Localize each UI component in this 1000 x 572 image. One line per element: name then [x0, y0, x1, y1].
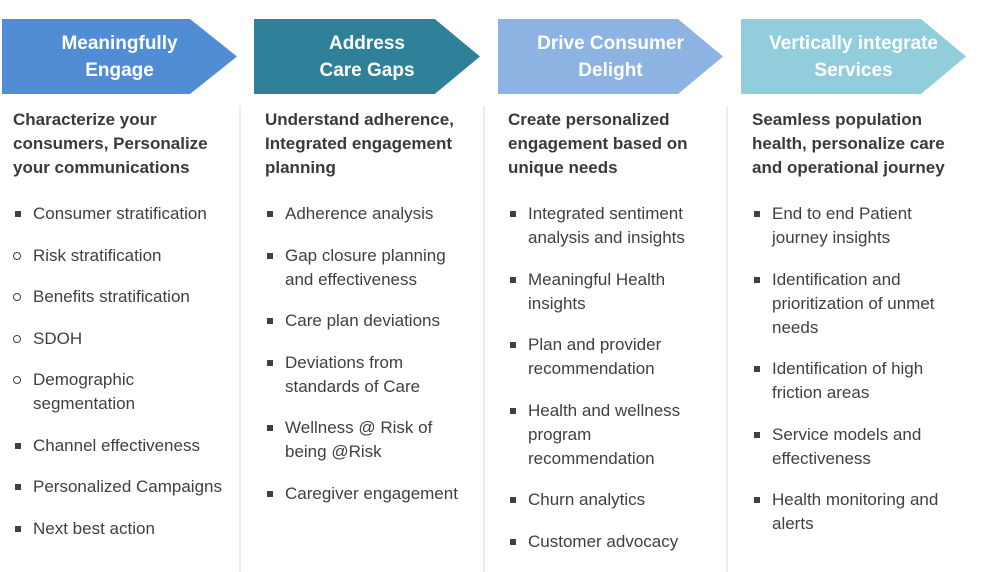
- column-divider: [483, 106, 485, 572]
- list-item-text: Wellness @ Risk of being @Risk: [285, 418, 433, 461]
- stage-title-line: Address: [328, 32, 405, 54]
- stage-chevron-address-care-gaps: Address Care Gaps: [254, 19, 480, 94]
- column-divider: [726, 106, 728, 572]
- list-item-text: Health and wellness program recommendati…: [528, 400, 681, 468]
- list-item: Deviations from standards of Care: [265, 351, 475, 399]
- list-item: Plan and provider recommendation: [508, 333, 713, 381]
- list-item: Health and wellness program recommendati…: [508, 399, 713, 471]
- list-item: Channel effectiveness: [13, 434, 228, 458]
- stage-title-line: Delight: [578, 59, 643, 81]
- stage-column-address-care-gaps: Understand adherence, Integrated engagem…: [265, 108, 475, 523]
- list-item-text: Service models and effectiveness: [772, 424, 922, 468]
- stage-title-line: Care Gaps: [319, 59, 415, 81]
- stage-chevron-meaningfully-engage: Meaningfully Engage: [2, 19, 237, 94]
- stage-column-vertically-integrate-services: Seamless population health, personalize …: [752, 108, 967, 554]
- stage-column-meaningfully-engage: Characterize your consumers, Personalize…: [13, 108, 228, 558]
- list-item-text: Identification of high friction areas: [772, 359, 924, 402]
- list-item-text: Caregiver engagement: [285, 483, 458, 503]
- list-item-text: Care plan deviations: [285, 311, 440, 330]
- list-item: Integrated sentiment analysis and insigh…: [508, 202, 713, 250]
- list-item-text: Identification and prioritization of unm…: [772, 269, 935, 337]
- list-item-text: Deviations from standards of Care: [285, 352, 421, 396]
- list-item: Meaningful Health insights: [508, 268, 713, 316]
- list-item: Churn analytics: [508, 488, 713, 512]
- list-item: Adherence analysis: [265, 202, 475, 226]
- list-item: SDOH: [13, 327, 228, 351]
- column-divider: [239, 106, 241, 572]
- stage-chevron-vertically-integrate-services: Vertically integrate Services: [741, 19, 966, 94]
- list-item: Customer advocacy: [508, 530, 713, 554]
- list-item-text: Health monitoring and alerts: [772, 490, 939, 533]
- list-item: Demographic segmentation: [13, 368, 228, 416]
- column-heading: Seamless population health, personalize …: [752, 110, 945, 177]
- list-item: Next best action: [13, 517, 228, 541]
- list-item-text: Channel effectiveness: [33, 435, 200, 455]
- list-item: End to end Patient journey insights: [752, 202, 967, 250]
- list-item: Service models and effectiveness: [752, 423, 967, 471]
- stage-title-line: Services: [814, 59, 893, 81]
- stage-column-drive-consumer-delight: Create personalized engagement based on …: [508, 108, 713, 571]
- list-item-text: Plan and provider recommendation: [528, 335, 662, 378]
- stage-chevron-drive-consumer-delight: Drive Consumer Delight: [498, 19, 723, 94]
- list-item-text: Customer advocacy: [528, 531, 679, 551]
- list-item-text: Adherence analysis: [285, 204, 434, 223]
- list-item: Wellness @ Risk of being @Risk: [265, 416, 475, 464]
- list-item: Risk stratification: [13, 244, 228, 268]
- stage-title-line: Engage: [85, 59, 154, 81]
- column-heading: Create personalized engagement based on …: [508, 110, 688, 177]
- list-item: Health monitoring and alerts: [752, 488, 967, 536]
- list-item: Consumer stratification: [13, 202, 228, 226]
- list-item: Benefits stratification: [13, 285, 228, 309]
- list-item-text: Meaningful Health insights: [528, 269, 666, 313]
- column-heading: Understand adherence, Integrated engagem…: [265, 110, 454, 177]
- list-item-text: Next best action: [33, 518, 155, 538]
- list-item: Identification and prioritization of unm…: [752, 268, 967, 340]
- list-item: Caregiver engagement: [265, 482, 475, 506]
- stage-title-line: Drive Consumer: [537, 32, 684, 54]
- list-item: Identification of high friction areas: [752, 357, 967, 405]
- list-item-text: SDOH: [33, 328, 83, 348]
- list-item-text: Demographic segmentation: [33, 370, 136, 413]
- list-item-text: Risk stratification: [33, 245, 162, 265]
- list-item-text: Churn analytics: [528, 490, 646, 509]
- list-item-text: Personalized Campaigns: [33, 477, 222, 496]
- list-item-text: Gap closure planning and effectiveness: [285, 245, 446, 289]
- list-item-text: Integrated sentiment analysis and insigh…: [528, 204, 685, 247]
- list-item: Gap closure planning and effectiveness: [265, 244, 475, 292]
- list-item-text: Consumer stratification: [33, 204, 207, 223]
- list-item: Personalized Campaigns: [13, 475, 228, 499]
- column-heading: Characterize your consumers, Personalize…: [13, 110, 208, 177]
- stage-title-line: Vertically integrate: [769, 32, 938, 54]
- stage-title-line: Meaningfully: [61, 32, 178, 54]
- list-item-text: Benefits stratification: [33, 287, 190, 306]
- list-item: Care plan deviations: [265, 309, 475, 333]
- list-item-text: End to end Patient journey insights: [772, 204, 912, 247]
